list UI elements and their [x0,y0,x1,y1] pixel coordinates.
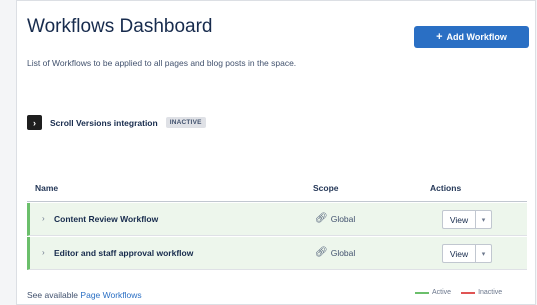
chevron-down-icon: ▾ [481,216,486,224]
table-row[interactable]: › Content Review Workflow 🔗︎ Global View… [27,203,527,236]
integration-title: Scroll Versions integration [50,117,158,128]
chevron-right-icon[interactable]: › [42,248,45,257]
scope-label: Global [330,213,356,224]
workflow-scope: 🔗︎ Global [315,247,355,258]
legend-active: Active [415,289,451,296]
workflow-name[interactable]: Content Review Workflow [54,214,158,224]
row-actions: View ▾ [442,244,492,263]
chevron-right-icon[interactable]: › [42,214,45,223]
footer-note: See available Page Workflows [27,290,142,300]
chevron-down-icon: ▾ [481,250,486,258]
table-row[interactable]: › Editor and staff approval workflow 🔗︎ … [27,237,527,270]
page-workflows-link[interactable]: Page Workflows [80,290,141,300]
row-actions: View ▾ [442,210,492,229]
table-header-divider [27,201,527,202]
table-header: Name Scope Actions [17,183,537,203]
workflows-panel: Workflows Dashboard + Add Workflow List … [16,0,536,305]
inactive-line-icon [461,291,476,294]
column-header-scope: Scope [313,183,339,193]
add-workflow-label: Add Workflow [446,32,507,42]
page-description: List of Workflows to be applied to all p… [27,58,297,68]
scope-label: Global [330,247,356,258]
legend-inactive: Inactive [461,289,502,296]
column-header-actions: Actions [430,183,462,193]
legend-inactive-label: Inactive [478,289,503,296]
integration-status: › Scroll Versions integration INACTIVE [27,115,206,130]
link-icon: 🔗︎ [315,213,328,224]
add-workflow-button[interactable]: + Add Workflow [414,26,529,48]
active-line-icon [415,291,429,294]
link-icon: 🔗︎ [315,247,328,258]
plus-icon: + [436,30,443,43]
page-title: Workflows Dashboard [27,16,213,37]
status-badge: INACTIVE [165,117,206,128]
legend-active-label: Active [432,289,452,296]
view-button[interactable]: View [442,244,476,263]
footer-prefix: See available [27,290,79,300]
view-button[interactable]: View [442,210,476,229]
actions-dropdown-button[interactable]: ▾ [476,244,492,263]
column-header-name: Name [35,183,59,193]
workflow-scope: 🔗︎ Global [315,213,355,224]
legend: Active Inactive [415,289,502,296]
workflow-name[interactable]: Editor and staff approval workflow [54,248,193,258]
actions-dropdown-button[interactable]: ▾ [476,210,492,229]
arrow-right-icon: › [27,115,42,130]
